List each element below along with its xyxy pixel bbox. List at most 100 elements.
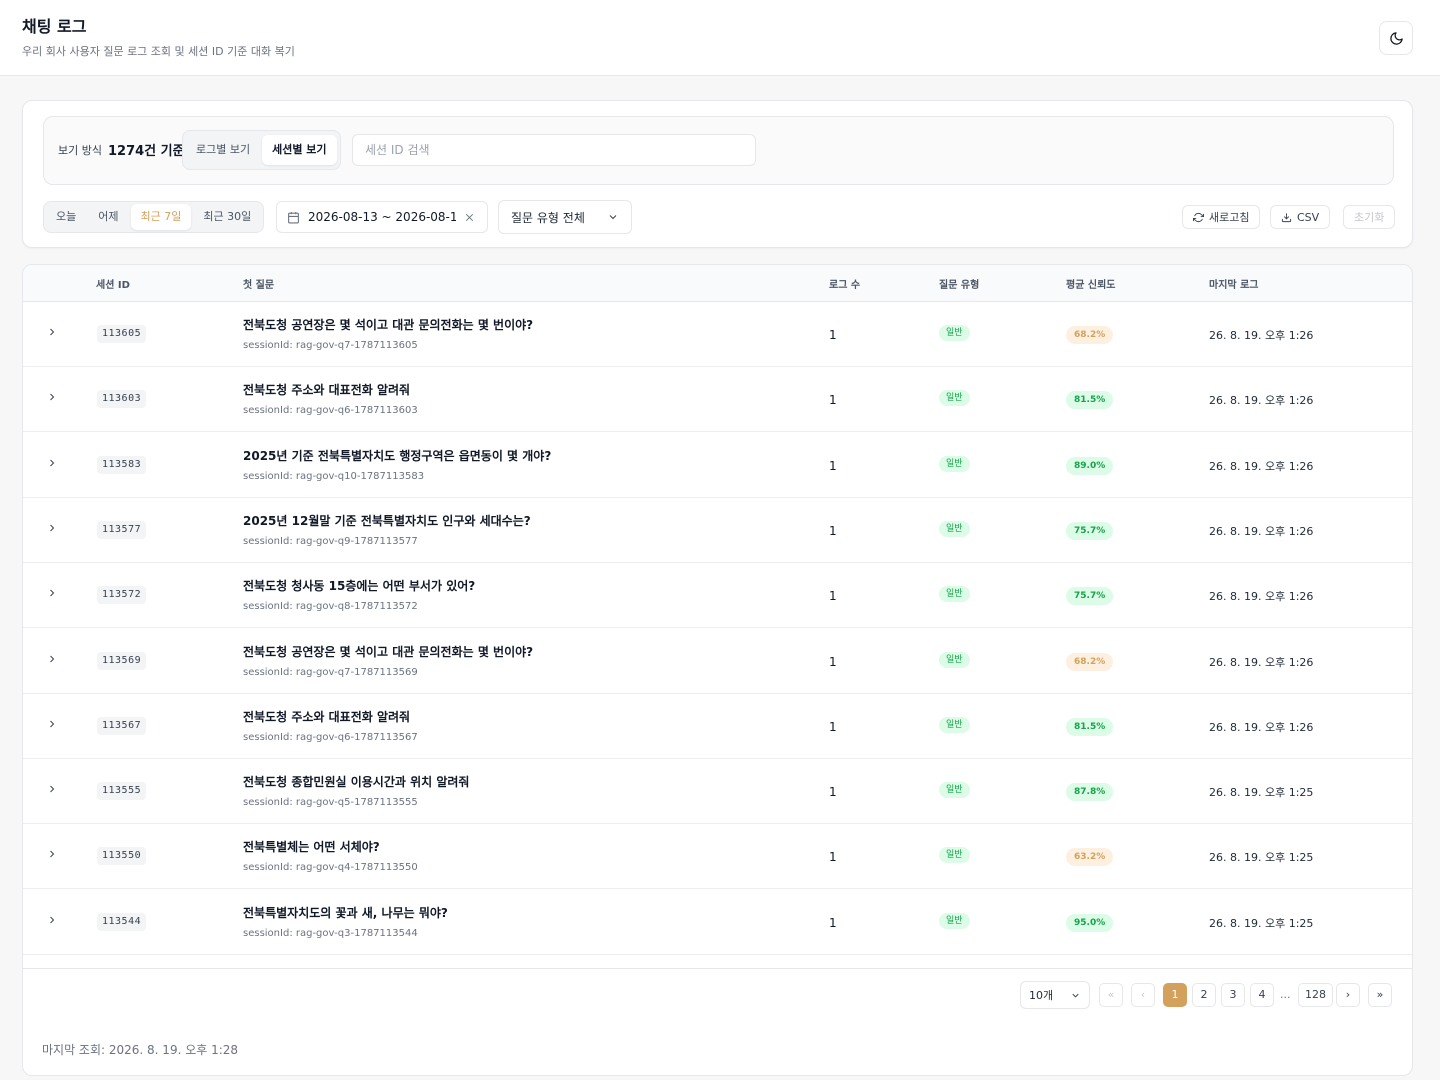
view-mode-toggle: 로그별 보기 세션별 보기 xyxy=(182,130,341,170)
page-button-1[interactable]: 1 xyxy=(1163,983,1187,1007)
page-button-last[interactable]: 128 xyxy=(1298,983,1333,1007)
first-page-button[interactable]: « xyxy=(1099,983,1123,1007)
csv-label: CSV xyxy=(1297,210,1320,224)
chevron-right-icon[interactable] xyxy=(46,914,58,926)
last-fetched-text: 마지막 조회: 2026. 8. 19. 오후 1:28 xyxy=(42,1043,239,1057)
page-size-select[interactable]: 10개 xyxy=(1020,981,1090,1009)
chevron-right-icon[interactable] xyxy=(46,783,58,795)
confidence-badge: 75.7% xyxy=(1066,587,1114,606)
page-button-3[interactable]: 3 xyxy=(1221,983,1245,1007)
confidence-badge: 81.5% xyxy=(1066,717,1114,736)
chevron-right-icon[interactable] xyxy=(46,391,58,403)
calendar-icon xyxy=(288,211,299,223)
view-mode-session[interactable]: 세션별 보기 xyxy=(262,135,337,165)
chevron-right-icon[interactable] xyxy=(46,326,58,338)
preset-last-7-days[interactable]: 최근 7일 xyxy=(130,204,192,230)
session-key: sessionId: rag-gov-q5-1787113555 xyxy=(243,797,418,809)
table-row[interactable]: 113550 전북특별체는 어떤 서체야? sessionId: rag-gov-q… xyxy=(23,824,1412,890)
session-search-input[interactable] xyxy=(352,134,756,166)
refresh-label: 새로고침 xyxy=(1209,211,1250,224)
last-log-time: 26. 8. 19. 오후 1:26 xyxy=(1209,329,1314,342)
question-type-select[interactable]: 질문 유형 전체 xyxy=(498,200,632,234)
page-button-4[interactable]: 4 xyxy=(1250,983,1274,1007)
first-question: 전북도청 주소와 대표전화 알려줘 xyxy=(243,383,411,398)
log-count: 1 xyxy=(829,328,837,342)
confidence-badge: 63.2% xyxy=(1066,848,1114,867)
session-id-badge: 113577 xyxy=(97,520,147,539)
question-type-badge: 일반 xyxy=(939,782,970,799)
chevron-right-icon[interactable] xyxy=(46,457,58,469)
table-row[interactable]: 113577 2025년 12월말 기준 전북특별자치도 인구와 세대수는? ses… xyxy=(23,498,1412,563)
view-total-count: 1274건 기준 xyxy=(108,144,185,159)
chevron-right-icon[interactable] xyxy=(46,718,58,730)
table-header: 세션 ID 첫 질문 로그 수 질문 유형 평균 신뢰도 마지막 로그 xyxy=(23,265,1412,302)
preset-yesterday[interactable]: 어제 xyxy=(88,204,128,230)
col-last-log: 마지막 로그 xyxy=(1209,280,1259,291)
session-id-badge: 113572 xyxy=(97,586,147,605)
filter-card: 보기 방식 1274건 기준 로그별 보기 세션별 보기 오늘 어제 최근 7일… xyxy=(22,100,1413,248)
log-count: 1 xyxy=(829,785,837,800)
session-key: sessionId: rag-gov-q8-1787113572 xyxy=(243,601,418,613)
date-range-picker[interactable]: 2026-08-13 ~ 2026-08-19 xyxy=(276,201,488,233)
chevron-right-icon[interactable] xyxy=(46,653,58,665)
question-type-badge: 일반 xyxy=(939,847,970,864)
session-id-badge: 113569 xyxy=(97,651,147,670)
session-key: sessionId: rag-gov-q6-1787113603 xyxy=(243,405,418,417)
date-range-value: 2026-08-13 ~ 2026-08-19 xyxy=(308,210,456,224)
csv-download-button[interactable]: CSV xyxy=(1270,205,1331,229)
first-question: 전북도청 청사동 15층에는 어떤 부서가 있어? xyxy=(243,579,476,594)
next-page-button[interactable]: › xyxy=(1336,983,1360,1007)
prev-page-button[interactable]: ‹ xyxy=(1131,983,1155,1007)
preset-today[interactable]: 오늘 xyxy=(46,204,86,230)
table-row[interactable]: 113605 전북도청 공연장은 몇 석이고 대관 문의전화는 몇 번이야? ses… xyxy=(23,302,1412,367)
log-count: 1 xyxy=(829,654,837,669)
close-icon[interactable] xyxy=(464,212,475,223)
col-log-count: 로그 수 xyxy=(829,280,861,291)
session-id-badge: 113544 xyxy=(97,912,147,931)
table-row[interactable]: 113567 전북도청 주소와 대표전화 알려줘 sessionId: rag-go… xyxy=(23,694,1412,759)
table-row[interactable]: 113583 2025년 기준 전북특별자치도 행정구역은 읍면동이 몇 개야? s… xyxy=(23,433,1412,498)
first-question: 2025년 기준 전북특별자치도 행정구역은 읍면동이 몇 개야? xyxy=(243,448,552,463)
session-id-badge: 113603 xyxy=(97,390,147,409)
view-mode-log[interactable]: 로그별 보기 xyxy=(186,135,260,165)
date-preset-toggle: 오늘 어제 최근 7일 최근 30일 xyxy=(43,201,265,233)
session-key: sessionId: rag-gov-q6-1787113567 xyxy=(243,731,418,743)
first-question: 전북특별자치도의 꽃과 새, 나무는 뭐야? xyxy=(243,905,448,920)
question-type-badge: 일반 xyxy=(939,586,970,603)
last-page-button[interactable]: » xyxy=(1368,983,1392,1007)
first-question: 전북도청 종합민원실 이용시간과 위치 알려줘 xyxy=(243,775,470,790)
session-key: sessionId: rag-gov-q7-1787113569 xyxy=(243,666,418,678)
first-question: 전북도청 주소와 대표전화 알려줘 xyxy=(243,709,411,724)
col-avg-confidence: 평균 신뢰도 xyxy=(1066,280,1116,291)
last-log-time: 26. 8. 19. 오후 1:26 xyxy=(1209,720,1314,734)
page-header: 채팅 로그 우리 회사 사용자 질문 로그 조회 및 세션 ID 기준 대화 복… xyxy=(0,0,1440,76)
chevron-right-icon[interactable] xyxy=(46,848,58,860)
confidence-badge: 95.0% xyxy=(1066,913,1114,932)
table-row[interactable]: 113572 전북도청 청사동 15층에는 어떤 부서가 있어? sessionId… xyxy=(23,563,1412,629)
moon-icon xyxy=(1389,31,1403,45)
table-row[interactable]: 113555 전북도청 종합민원실 이용시간과 위치 알려줘 sessionId: … xyxy=(23,759,1412,825)
question-type-badge: 일반 xyxy=(939,651,970,668)
last-log-time: 26. 8. 19. 오후 1:26 xyxy=(1209,524,1314,538)
table-row[interactable]: 113569 전북도청 공연장은 몇 석이고 대관 문의전화는 몇 번이야? ses… xyxy=(23,629,1412,694)
table-row[interactable]: 113544 전북특별자치도의 꽃과 새, 나무는 뭐야? sessionId: r… xyxy=(23,890,1412,955)
chevron-right-icon[interactable] xyxy=(46,587,58,599)
question-type-value: 질문 유형 전체 xyxy=(511,210,585,225)
session-key: sessionId: rag-gov-q3-1787113544 xyxy=(243,927,418,939)
page-button-2[interactable]: 2 xyxy=(1192,983,1216,1007)
page-size-value: 10개 xyxy=(1029,989,1054,1002)
reset-button[interactable]: 초기화 xyxy=(1343,205,1396,229)
confidence-badge: 89.0% xyxy=(1066,456,1114,475)
question-type-badge: 일반 xyxy=(939,325,970,341)
refresh-button[interactable]: 새로고침 xyxy=(1182,205,1261,229)
table-row[interactable]: 113603 전북도청 주소와 대표전화 알려줘 sessionId: rag-go… xyxy=(23,367,1412,433)
chevron-down-icon xyxy=(1072,993,1079,998)
first-question: 전북특별체는 어떤 서체야? xyxy=(243,840,380,855)
page-subtitle: 우리 회사 사용자 질문 로그 조회 및 세션 ID 기준 대화 복기 xyxy=(22,45,295,58)
theme-toggle-button[interactable] xyxy=(1379,21,1413,55)
log-count: 1 xyxy=(829,719,837,734)
last-log-time: 26. 8. 19. 오후 1:26 xyxy=(1209,459,1314,473)
preset-last-30-days[interactable]: 최근 30일 xyxy=(193,204,261,230)
reset-label: 초기화 xyxy=(1354,211,1385,224)
chevron-right-icon[interactable] xyxy=(46,522,58,534)
